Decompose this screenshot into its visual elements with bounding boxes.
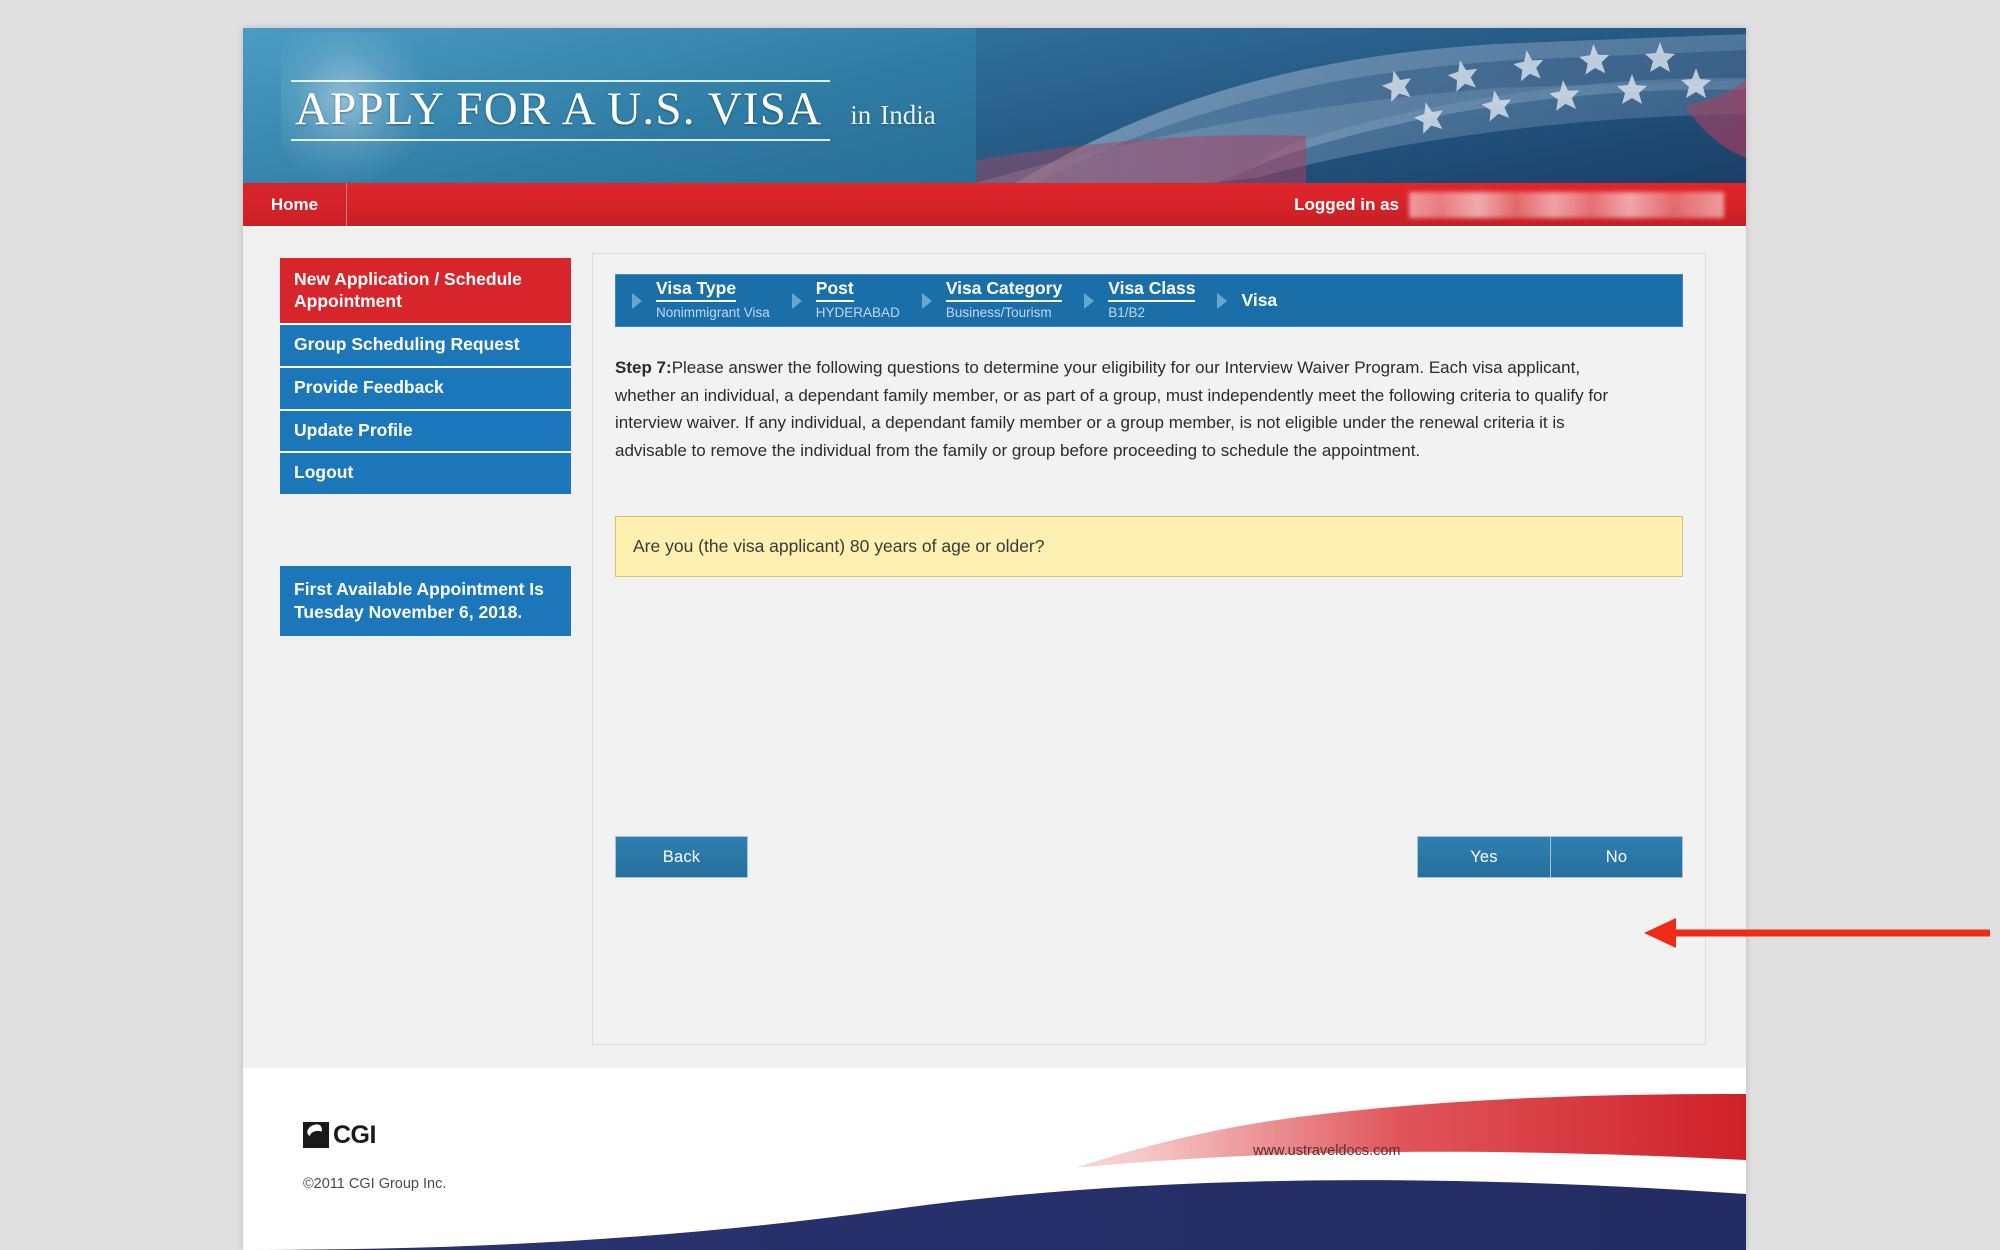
back-button[interactable]: Back [615,836,748,878]
logged-in-status: Logged in as [1294,183,1746,226]
chevron-right-icon [1076,291,1102,311]
cgi-logo: CGI [303,1122,376,1148]
breadcrumb-value: Nonimmigrant Visa [656,305,770,321]
sidebar-item-provide-feedback[interactable]: Provide Feedback [280,368,571,411]
site-banner: APPLY FOR A U.S. VISA in India [243,28,1746,183]
chevron-right-icon [624,291,650,311]
footer-site-url: www.ustraveldocs.com [1253,1143,1401,1159]
us-flag-graphic [976,28,1746,183]
yes-button[interactable]: Yes [1417,836,1550,878]
main-column: Visa Type Nonimmigrant Visa Post HYDERAB… [578,253,1746,1068]
sidebar-item-group-scheduling[interactable]: Group Scheduling Request [280,325,571,369]
no-button[interactable]: No [1550,836,1683,878]
breadcrumb-title: Visa Class [1108,278,1196,303]
sidebar: New Application / Schedule Appointment G… [243,253,578,1068]
breadcrumb-title: Visa Type [656,278,737,303]
breadcrumb-step-visa-type[interactable]: Visa Type Nonimmigrant Visa [650,278,784,322]
nav-home-link[interactable]: Home [243,183,347,226]
step-instructions: Step 7:Please answer the following quest… [615,354,1615,464]
banner-in-word: in [850,100,872,130]
main-navbar: Home Logged in as [243,183,1746,228]
breadcrumb-step-visa-class[interactable]: Visa Class B1/B2 [1102,278,1209,322]
breadcrumb-value: Business/Tourism [945,305,1052,321]
banner-country: in India [850,100,936,131]
form-panel: Visa Type Nonimmigrant Visa Post HYDERAB… [592,253,1706,1045]
cgi-wordmark: CGI [333,1121,376,1150]
sidebar-item-update-profile[interactable]: Update Profile [280,410,571,454]
sidebar-menu: New Application / Schedule Appointment G… [280,258,571,495]
breadcrumb-title: Visa Category [945,278,1063,303]
breadcrumb-title: Post [815,278,854,303]
breadcrumb-value: HYDERABAD [815,305,900,321]
breadcrumb: Visa Type Nonimmigrant Visa Post HYDERAB… [615,274,1683,327]
cgi-mark-icon [303,1122,329,1148]
screen: APPLY FOR A U.S. VISA in India Home Logge… [0,0,2000,1250]
step-body: Please answer the following questions to… [615,358,1609,460]
content-area: New Application / Schedule Appointment G… [243,228,1746,1068]
sidebar-item-new-application[interactable]: New Application / Schedule Appointment [280,258,571,326]
breadcrumb-step-visa-category[interactable]: Visa Category Business/Tourism [940,278,1076,322]
form-actions: Back Yes No [615,836,1683,878]
browser-page: APPLY FOR A U.S. VISA in India Home Logge… [243,28,1746,1250]
site-footer: CGI ©2011 CGI Group Inc. www.ustraveldoc… [243,1068,1746,1250]
footer-wave-graphic [243,1094,1746,1250]
chevron-right-icon [1209,291,1235,311]
logged-in-username-redacted [1409,191,1724,218]
banner-heading-group: APPLY FOR A U.S. VISA in India [291,80,936,142]
eligibility-question: Are you (the visa applicant) 80 years of… [615,516,1683,578]
copyright-text: ©2011 CGI Group Inc. [303,1176,447,1192]
sidebar-item-logout[interactable]: Logout [280,453,571,495]
step-label: Step 7: [615,358,672,377]
navbar-spacer [347,183,1294,226]
breadcrumb-step-visa[interactable]: Visa [1235,289,1291,311]
breadcrumb-step-post[interactable]: Post HYDERABAD [810,278,914,322]
chevron-right-icon [914,291,940,311]
breadcrumb-title: Visa [1241,289,1278,310]
logged-in-label: Logged in as [1294,194,1399,214]
first-available-appointment-notice: First Available Appointment Is Tuesday N… [280,566,571,636]
breadcrumb-value: B1/B2 [1108,305,1146,321]
yes-no-button-group: Yes No [1417,836,1683,878]
chevron-right-icon [784,291,810,311]
banner-country-name: India [880,100,936,130]
page-title: APPLY FOR A U.S. VISA [291,80,831,142]
